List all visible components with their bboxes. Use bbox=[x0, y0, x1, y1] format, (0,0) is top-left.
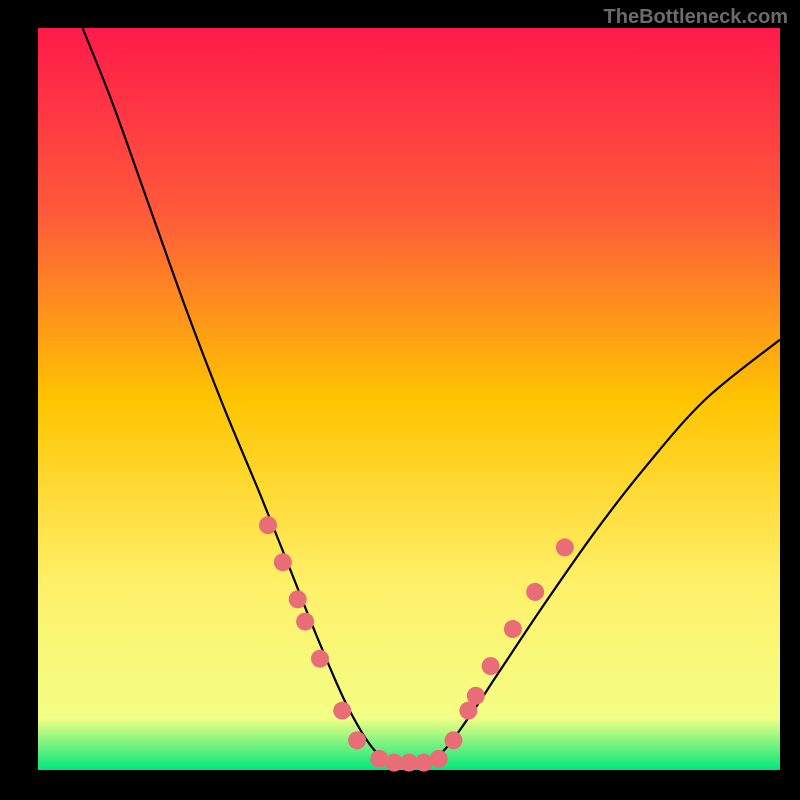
data-marker bbox=[296, 613, 314, 631]
data-marker bbox=[445, 731, 463, 749]
data-marker bbox=[526, 583, 544, 601]
chart-svg bbox=[0, 0, 800, 800]
data-marker bbox=[289, 590, 307, 608]
data-marker bbox=[467, 687, 485, 705]
data-marker bbox=[430, 750, 448, 768]
data-marker bbox=[274, 553, 292, 571]
data-marker bbox=[333, 702, 351, 720]
data-marker bbox=[504, 620, 522, 638]
data-marker bbox=[311, 650, 329, 668]
data-marker bbox=[348, 731, 366, 749]
watermark-text: TheBottleneck.com bbox=[604, 6, 788, 29]
data-marker bbox=[556, 538, 574, 556]
data-marker bbox=[259, 516, 277, 534]
plot-background bbox=[38, 28, 780, 770]
data-marker bbox=[482, 657, 500, 675]
bottleneck-chart: TheBottleneck.com bbox=[0, 0, 800, 800]
